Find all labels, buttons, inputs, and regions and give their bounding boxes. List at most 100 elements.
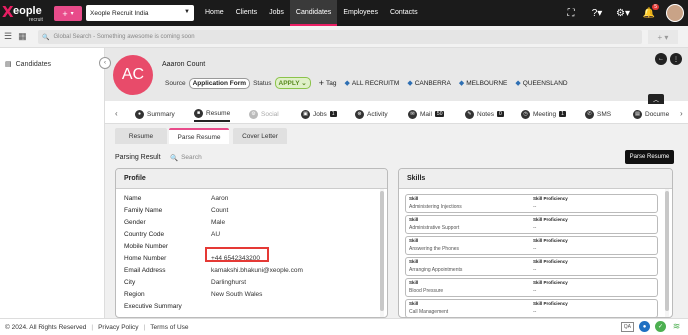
fullscreen-icon[interactable]: ⛶ [558,8,584,19]
skill-item: Skill Blood Pressure Skill Proficiency -… [405,278,658,297]
parse-resume-button[interactable]: Parse Resume [625,150,674,164]
tab-summary[interactable]: ● Summary [135,106,175,122]
tab-meeting[interactable]: ◷ Meeting 1 [521,106,566,122]
tag-label: QUEENSLAND [522,79,568,87]
tab-documents[interactable]: ▤ Docume [633,106,669,122]
scroll-right-icon[interactable]: › [680,109,683,118]
check-status-icon[interactable]: ✓ [655,321,666,332]
tab-count: 50 [434,111,445,117]
proficiency-value: -- [533,204,537,210]
notes-icon: ✎ [465,109,474,119]
tab-jobs[interactable]: ▣ Jobs 1 [301,106,337,122]
skill-item: Skill Answering the Phones Skill Profici… [405,236,658,255]
search-icon: 🔍 [170,155,179,162]
sidebar-item-candidates[interactable]: ▤ Candidates [5,60,52,69]
nav-home[interactable]: Home [199,0,230,26]
nav-clients[interactable]: Clients [230,0,263,26]
tab-social[interactable]: ⚙ Social [249,106,279,122]
tab-label: Docume [645,110,670,118]
profile-value: New South Wales [211,291,263,298]
tab-sms[interactable]: ✆ SMS [585,106,611,122]
tag-icon: ◆ [344,80,350,87]
user-avatar[interactable] [666,4,684,22]
nav-employees[interactable]: Employees [337,0,384,26]
scrollbar-thumb[interactable] [380,191,384,311]
parsing-search-input[interactable]: 🔍 Search [170,154,202,162]
tag-chip[interactable]: ◆ ALL RECRUITM [344,79,399,88]
scroll-left-icon[interactable]: ‹ [115,109,118,118]
collapse-header-button[interactable]: ︿ [648,94,664,104]
scrollbar-thumb[interactable] [665,191,669,311]
wifi-icon[interactable]: ≋ [671,321,682,332]
copyright-text: © 2024. All Rights Reserved [5,323,87,331]
candidates-icon: ▤ [5,61,12,68]
nav-contacts[interactable]: Contacts [384,0,424,26]
plus-icon: + [62,8,68,19]
mail-icon: ✉ [408,109,417,119]
tab-activity[interactable]: ⊛ Activity [355,106,388,122]
proficiency-value: -- [533,309,537,315]
skill-label: Skill [409,259,419,264]
skill-item: Skill Administering Injections Skill Pro… [405,194,658,213]
quick-add-button[interactable]: + ▾ [54,6,82,21]
collapse-sidebar-button[interactable]: ‹ [99,57,111,69]
page-footer: © 2024. All Rights Reserved | Privacy Po… [0,318,688,335]
skill-item: Skill Arranging Appointments Skill Profi… [405,257,658,276]
tab-notes[interactable]: ✎ Notes 0 [465,106,504,122]
social-icon: ⚙ [249,109,258,119]
skills-scrollbar[interactable] [665,189,669,317]
grid-view-icon[interactable]: ▦ [18,31,27,42]
parsing-result-title: Parsing Result [115,154,161,161]
proficiency-label: Skill Proficiency [533,280,568,285]
app-logo[interactable]: X eople recruit [2,3,48,23]
add-entity-button[interactable]: + ▾ [648,30,678,44]
tag-chip[interactable]: ◆ QUEENSLAND [515,79,568,88]
tab-mail[interactable]: ✉ Mail 50 [408,106,445,122]
global-search-bar: ☰ ▦ 🔍 Global Search - Something awesome … [0,26,688,48]
tag-icon: ◆ [407,80,413,87]
nav-candidates[interactable]: Candidates [289,0,338,26]
subtab-resume[interactable]: Resume [115,128,167,144]
tag-chip[interactable]: ◆ MELBOURNE [459,79,508,88]
subtab-parse-resume[interactable]: Parse Resume [169,128,229,144]
profile-scrollbar[interactable] [380,189,384,317]
logo-x-mark: X [2,3,14,21]
more-options-icon[interactable]: ⋮ [670,53,682,65]
skill-label: Skill [409,196,419,201]
profile-label: Email Address [124,267,166,274]
sidebar-item-label: Candidates [15,60,52,68]
top-icon-group: ⛶ ?▾ ⚙▾ 🔔 5 [558,0,688,26]
tab-resume[interactable]: ■ Resume [194,106,231,122]
proficiency-label: Skill Proficiency [533,196,568,201]
profile-label: Family Name [124,207,163,214]
nav-jobs[interactable]: Jobs [263,0,290,26]
list-view-icon[interactable]: ☰ [4,31,12,42]
profile-value: kamakshi.bhakuni@xeople.com [211,267,303,274]
terms-of-use-link[interactable]: Terms of Use [150,324,188,331]
tab-count: 1 [329,111,337,117]
tab-label: Summary [147,110,175,118]
status-label: Status [253,79,272,87]
proficiency-label: Skill Proficiency [533,259,568,264]
notification-bell-icon[interactable]: 🔔 5 [636,3,662,19]
jobs-icon: ▣ [301,109,310,119]
qa-badge[interactable]: QA [620,321,634,332]
meeting-icon: ◷ [521,109,530,119]
global-search-input[interactable]: 🔍 Global Search - Something awesome is c… [38,30,642,44]
back-arrow-icon[interactable]: ← [655,53,667,65]
status-dropdown[interactable]: APPLY ⌄ [274,77,311,89]
subtab-cover-letter[interactable]: Cover Letter [233,128,287,144]
profile-label: City [124,279,136,286]
user-account-icon[interactable]: ● [639,321,650,332]
tab-label: Mail [420,110,432,118]
settings-gear-icon[interactable]: ⚙▾ [610,8,636,19]
skill-label: Skill [409,217,419,222]
tag-chip[interactable]: ◆ CANBERRA [407,79,451,88]
left-sidebar: ▤ Candidates [0,48,105,318]
add-tag-button[interactable]: + Tag [319,78,337,88]
tenant-selector[interactable]: Xeople Recruit India ▼ [86,5,194,21]
header-action-group: ← ⋮ [655,53,682,65]
privacy-policy-link[interactable]: Privacy Policy [98,324,138,331]
help-icon[interactable]: ?▾ [584,8,610,19]
candidate-name: Aaaron Count [162,61,206,68]
